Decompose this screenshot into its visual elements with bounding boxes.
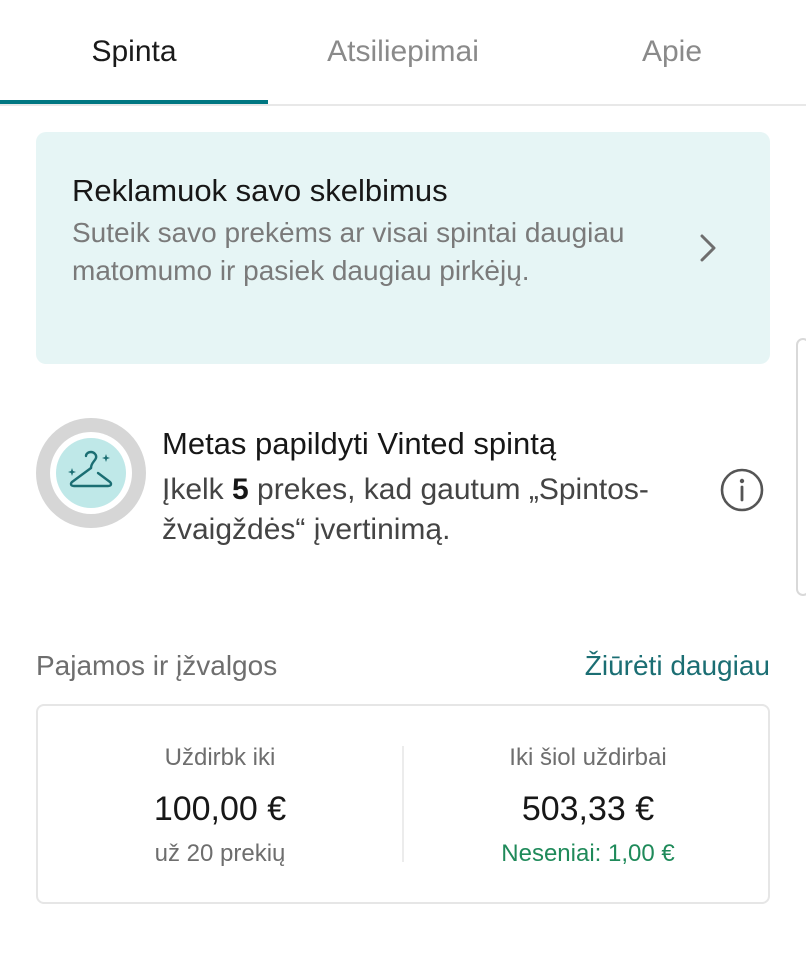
promo-description: Suteik savo prekėms ar visai spintai dau… xyxy=(72,217,625,286)
earnings-card: Uždirbk iki 100,00 € už 20 prekių Iki ši… xyxy=(36,704,770,904)
chevron-right-icon xyxy=(696,228,720,268)
recent-earnings: Neseniai: 1,00 € xyxy=(501,840,675,867)
tab-spinta[interactable]: Spinta xyxy=(0,32,268,72)
closet-star-title: Metas papildyti Vinted spintą xyxy=(162,426,557,461)
closet-star-badge xyxy=(36,418,146,528)
total-earnings: Iki šiol uždirbai 503,33 € Neseniai: 1,0… xyxy=(406,706,770,902)
promo-title: Reklamuok savo skelbimus xyxy=(72,173,448,208)
scrollbar[interactable] xyxy=(796,338,806,596)
tab-apie[interactable]: Apie xyxy=(538,32,806,72)
total-earnings-amount: 503,33 € xyxy=(521,790,655,828)
tab-atsiliepimai[interactable]: Atsiliepimai xyxy=(268,32,538,72)
closet-star-item-count: 5 xyxy=(232,473,249,506)
total-earnings-label: Iki šiol uždirbai xyxy=(509,744,667,771)
closet-star-desc-prefix: Įkelk xyxy=(162,473,233,506)
info-icon[interactable] xyxy=(718,466,766,514)
potential-earnings-label: Uždirbk iki xyxy=(164,744,276,771)
promote-listings-banner[interactable]: Reklamuok savo skelbimus Suteik savo pre… xyxy=(36,132,770,364)
closet-star-description: Įkelk 5 prekes, kad gautum „Spintos-žvai… xyxy=(162,470,722,550)
potential-earnings: Uždirbk iki 100,00 € už 20 prekių xyxy=(38,706,402,902)
see-more-link[interactable]: Žiūrėti daugiau xyxy=(585,646,770,686)
hanger-sparkle-icon xyxy=(68,450,113,488)
potential-earnings-amount: 100,00 € xyxy=(153,790,287,828)
earnings-heading: Pajamos ir įžvalgos xyxy=(36,650,278,681)
active-tab-indicator xyxy=(0,100,268,104)
divider xyxy=(402,746,404,862)
profile-tabs: Spinta Atsiliepimai Apie xyxy=(0,0,806,106)
potential-earnings-sub: už 20 prekių xyxy=(154,840,286,867)
